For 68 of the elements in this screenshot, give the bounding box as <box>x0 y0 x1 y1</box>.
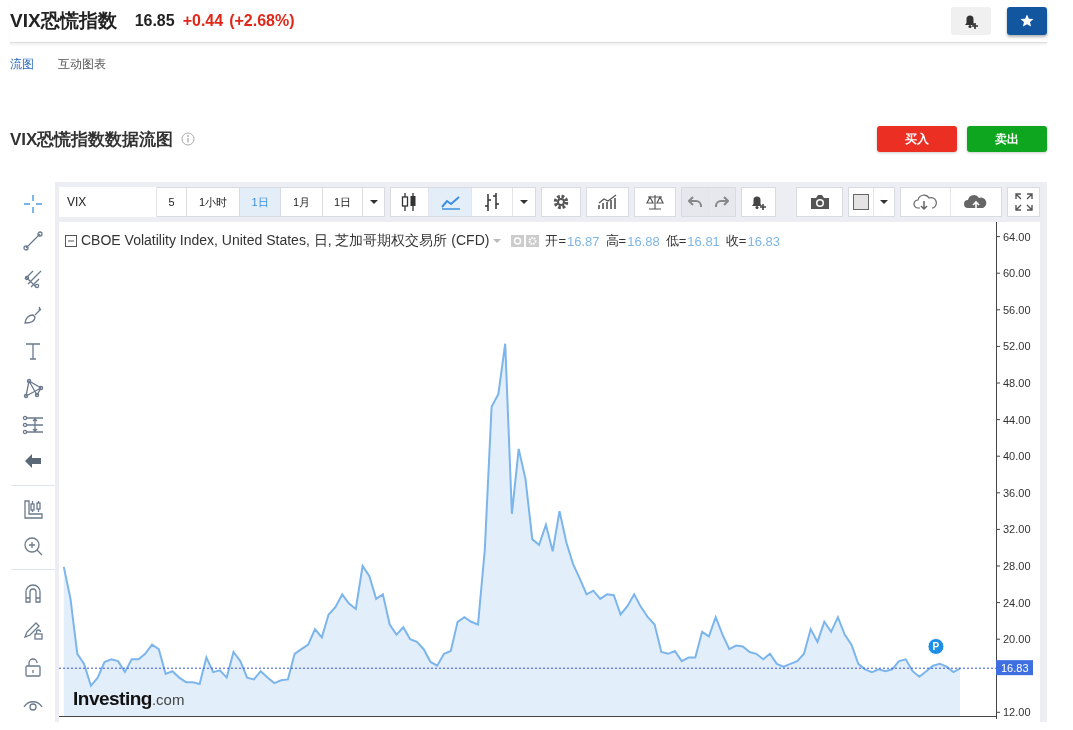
legend-value: 16.83 <box>747 233 780 249</box>
interval-button[interactable]: 1月 <box>281 187 323 217</box>
axis-label: 40.00 <box>1003 450 1031 463</box>
interval-button[interactable]: 1小时 <box>187 187 240 217</box>
axis-label: 20.00 <box>1003 633 1031 646</box>
section-title: VIX恐慌指数数据流图 <box>10 128 174 151</box>
axis-label: 52.00 <box>1003 340 1031 353</box>
indicators-icon <box>597 194 618 210</box>
camera-icon <box>809 194 830 210</box>
interval-button[interactable]: 1日 <box>323 187 363 217</box>
cloud-upload-icon <box>963 193 989 211</box>
axis-label: 36.00 <box>1003 486 1031 499</box>
ref-line-label: 16.83 <box>1001 662 1029 675</box>
settings-icon <box>552 193 570 211</box>
axis-label: 32.00 <box>1003 523 1031 536</box>
tab[interactable]: 互动图表 <box>58 56 106 76</box>
bell-plus-icon <box>962 13 980 29</box>
interval-button[interactable]: 5 <box>157 187 187 217</box>
tab[interactable]: 流图 <box>10 56 34 76</box>
caret-icon <box>520 200 528 204</box>
legend-value: 16.87 <box>567 233 600 249</box>
ruler-candles-icon[interactable] <box>21 498 44 521</box>
symbol-field[interactable]: VIX <box>59 187 157 217</box>
legend-value: 16.88 <box>627 233 660 249</box>
crosshair-icon[interactable] <box>21 193 44 216</box>
price-label: 16.83 <box>996 660 1033 676</box>
axis-label: 48.00 <box>1003 377 1031 389</box>
info-icon <box>181 132 196 146</box>
axis-label: 64.00 <box>1003 230 1031 243</box>
axis-label: 44.00 <box>1003 413 1031 426</box>
bell-plus-icon <box>749 194 768 210</box>
axis-label: 24.00 <box>1003 596 1031 609</box>
redo-icon <box>715 196 729 208</box>
caret-icon <box>369 200 378 204</box>
add-alert-button[interactable] <box>951 7 991 35</box>
cloud-download-icon <box>912 193 939 211</box>
logo-suffix: .com <box>151 691 185 708</box>
page-title: VIX恐慌指数 <box>10 9 117 33</box>
axis-label: 28.00 <box>1003 559 1031 572</box>
favorite-button[interactable] <box>1007 7 1047 35</box>
undo-icon <box>688 196 702 208</box>
axis-label: 56.00 <box>1003 303 1031 316</box>
collapse-icon[interactable] <box>65 235 77 247</box>
fullscreen-icon <box>1014 193 1033 211</box>
annotation: P <box>932 641 940 653</box>
legend-label: 高= <box>605 232 627 250</box>
legend-value: 16.81 <box>687 233 720 249</box>
price-value: 16.85 <box>134 12 175 30</box>
axis-label: 12.00 <box>1003 706 1031 719</box>
pattern-icon[interactable] <box>21 376 44 399</box>
buy-button[interactable]: 买入 <box>877 126 957 152</box>
legend-label: 收= <box>725 232 747 250</box>
line-tool-icon[interactable] <box>21 230 44 253</box>
zoom-in-icon[interactable] <box>21 534 44 557</box>
legend-title: CBOE Volatility Index, United States, 日, 芝加哥期权交易所 (CFD) <box>81 232 490 250</box>
legend-label: 低= <box>665 232 687 250</box>
star-icon <box>1020 14 1034 28</box>
legend-label: 开= <box>545 232 567 250</box>
color-swatch-icon <box>853 194 869 210</box>
measure-icon[interactable] <box>21 413 44 436</box>
price-change-percent: (+2.68%) <box>229 12 295 30</box>
price-change: +0.44 <box>182 12 224 30</box>
axis-label: 60.00 <box>1003 267 1031 280</box>
scales-icon <box>646 194 664 210</box>
caret-icon <box>880 200 888 204</box>
logo-text: Investing <box>73 688 152 710</box>
candlestick-icon <box>400 192 419 212</box>
ohlc-bars-icon <box>482 192 502 212</box>
